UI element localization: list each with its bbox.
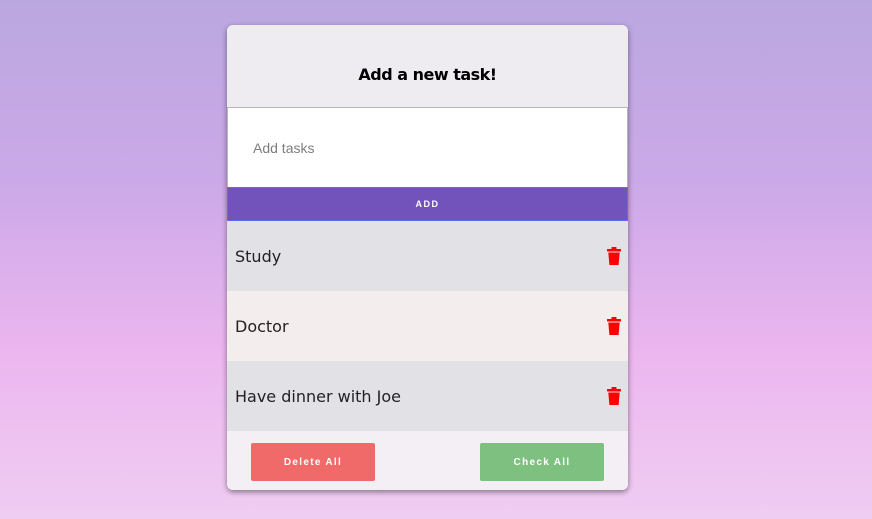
task-item: Study: [227, 221, 628, 291]
task-item: Have dinner with Joe: [227, 361, 628, 431]
trash-icon[interactable]: [607, 317, 621, 335]
task-list: Study Doctor Have dinner with Joe: [227, 221, 628, 431]
task-text: Doctor: [235, 316, 289, 336]
card-header: Add a new task!: [227, 25, 628, 108]
check-all-button[interactable]: Check All: [480, 443, 604, 481]
task-item: Doctor: [227, 291, 628, 361]
task-text: Have dinner with Joe: [235, 386, 402, 406]
trash-icon[interactable]: [607, 387, 621, 405]
add-button[interactable]: ADD: [227, 187, 628, 221]
delete-all-button[interactable]: Delete All: [251, 443, 375, 481]
task-text: Study: [235, 246, 282, 266]
trash-icon[interactable]: [607, 247, 621, 265]
page-title: Add a new task!: [358, 64, 497, 84]
card-footer: Delete All Check All: [227, 431, 628, 490]
task-input[interactable]: [227, 108, 628, 187]
todo-card: Add a new task! ADD Study Doctor: [227, 25, 628, 490]
